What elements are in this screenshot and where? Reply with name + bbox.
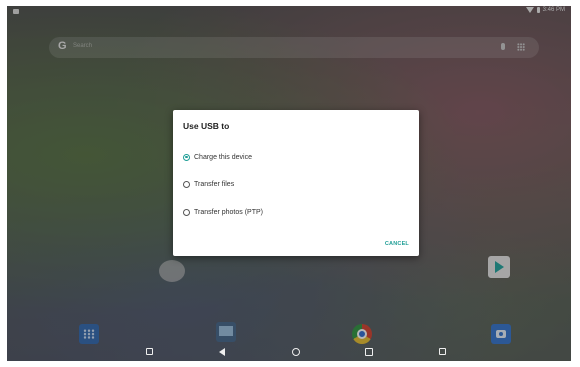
radio-icon[interactable] — [183, 208, 190, 216]
radio-selected-icon[interactable] — [183, 153, 190, 161]
navigation-bar — [7, 343, 571, 361]
dialog-title: Use USB to — [183, 121, 230, 131]
option-label: Charge this device — [194, 153, 252, 161]
option-charge[interactable]: Charge this device — [183, 151, 252, 163]
radio-icon[interactable] — [183, 180, 190, 188]
recents-icon[interactable] — [365, 348, 373, 356]
device-screen: 3:46 PM G Search Use USB to Charge this … — [7, 6, 571, 361]
option-label: Transfer files — [194, 180, 235, 188]
home-icon[interactable] — [292, 348, 300, 356]
back-icon[interactable] — [219, 348, 225, 356]
usb-options-dialog: Use USB to Charge this device Transfer f… — [173, 110, 419, 256]
option-label: Transfer photos (PTP) — [194, 208, 263, 216]
cancel-button[interactable]: CANCEL — [385, 241, 409, 247]
option-transfer-photos[interactable]: Transfer photos (PTP) — [183, 206, 263, 218]
volume-down-icon[interactable] — [146, 348, 153, 355]
volume-up-icon[interactable] — [439, 348, 446, 355]
option-transfer-files[interactable]: Transfer files — [183, 178, 234, 190]
